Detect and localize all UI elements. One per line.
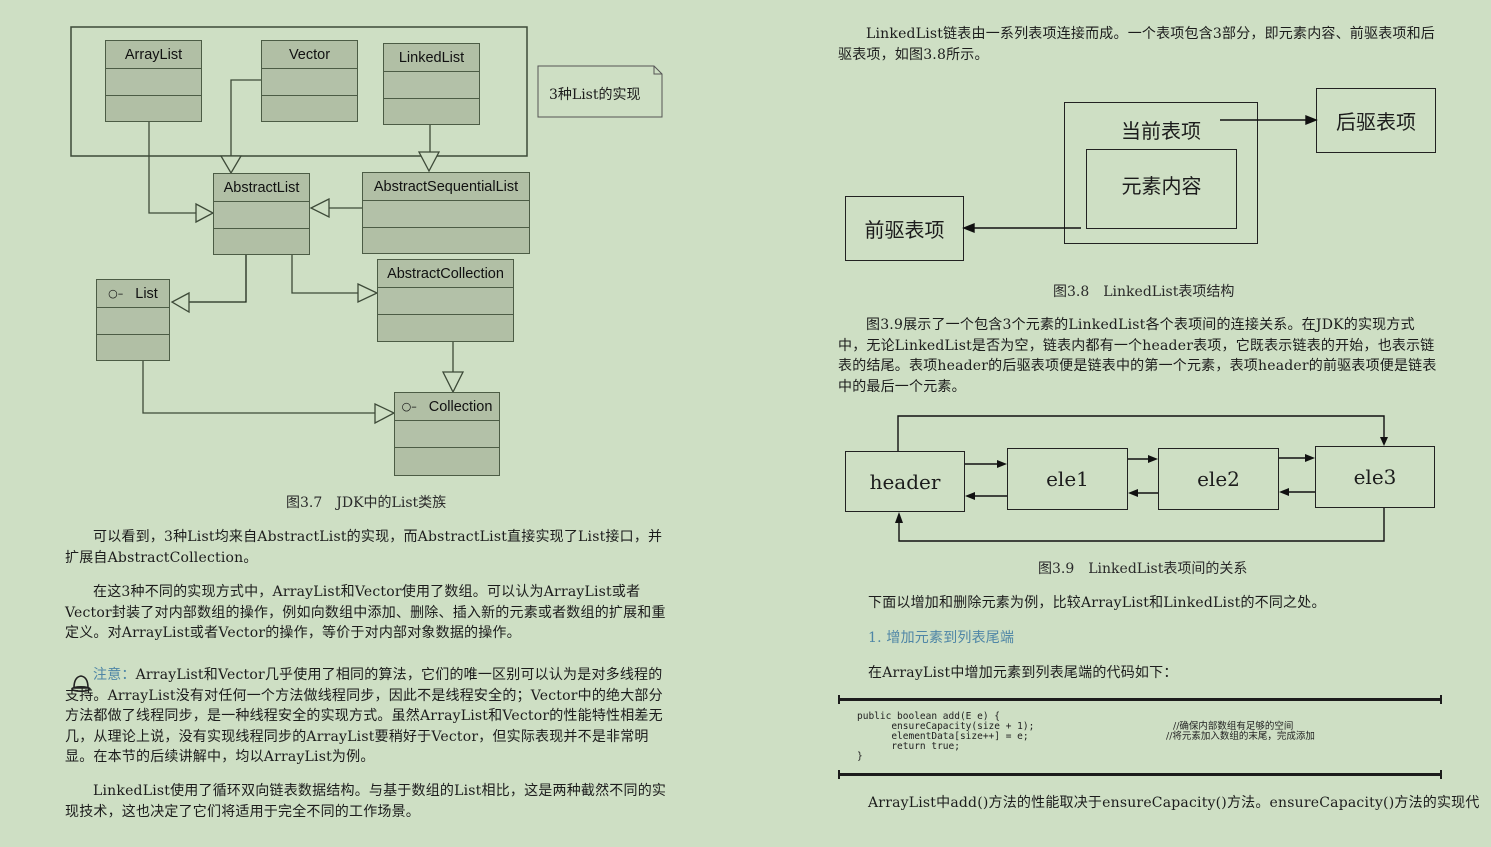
arrowhead [997,460,1007,468]
arrow-header-to-ele3 [897,415,1385,451]
arrowhead [965,492,975,500]
code-line: } [857,751,863,762]
paragraph-text: 下面以增加和删除元素为例，比较ArrayList和LinkedList的不同之处… [868,595,1326,611]
paragraph-text: ArrayList中add()方法的性能取决于ensureCapacity()方… [868,795,1480,811]
code-intro: 在ArrayList中增加元素到列表尾端的代码如下： [868,663,1448,684]
arrowhead [1305,454,1315,462]
code-bottom-rule [838,770,1442,779]
code-top-rule [838,695,1442,704]
code-comment: //将元素加入数组的末尾，完成添加 [1166,731,1315,742]
arrowhead [1380,437,1388,446]
arrowhead [1148,455,1158,463]
figure-3-9-arrows [895,415,1388,542]
code-line: return true; [857,741,960,752]
arrowhead [1279,488,1289,496]
paragraph-text: 在ArrayList中增加元素到列表尾端的代码如下： [868,665,1178,681]
figure-3-9-caption: 图3.9 LinkedList表项间的关系 [1038,561,1248,577]
arrowhead [895,512,903,523]
arrowhead [1128,489,1138,497]
compare-paragraph: 下面以增加和删除元素为例，比较ArrayList和LinkedList的不同之处… [868,593,1448,614]
section-heading: 1. 增加元素到列表尾端 [868,630,1015,646]
last-paragraph: ArrayList中add()方法的性能取决于ensureCapacity()方… [868,793,1479,814]
arrow-ele3-to-header [898,508,1385,542]
